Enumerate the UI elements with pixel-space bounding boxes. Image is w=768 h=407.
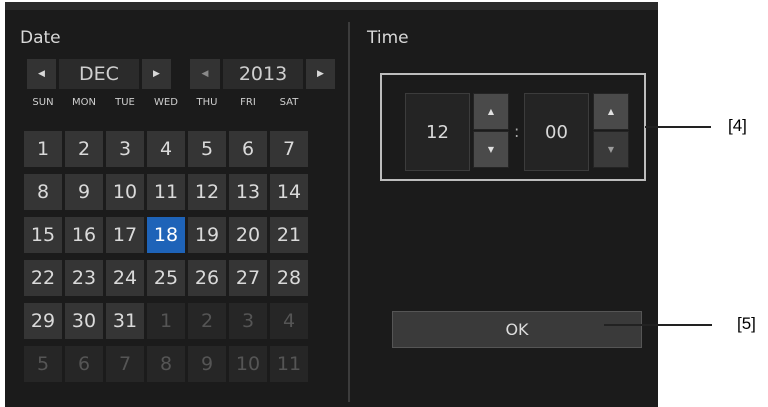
- day-cell[interactable]: 15: [23, 216, 63, 254]
- down-arrow-icon: ▼: [607, 145, 615, 154]
- time-separator: :: [514, 122, 520, 141]
- time-label: Time: [367, 28, 409, 48]
- day-cell[interactable]: 30: [64, 302, 104, 340]
- weekday-header-fri: FRI: [240, 97, 256, 108]
- day-cell[interactable]: 16: [64, 216, 104, 254]
- ok-button[interactable]: OK: [392, 311, 642, 348]
- day-cell[interactable]: 22: [23, 259, 63, 297]
- day-cell[interactable]: 11: [146, 173, 186, 211]
- up-arrow-icon: ▲: [487, 107, 495, 116]
- callout-label-time: [4]: [728, 116, 747, 135]
- day-cell[interactable]: 21: [269, 216, 309, 254]
- day-cell[interactable]: 29: [23, 302, 63, 340]
- right-arrow-icon: ▶: [317, 69, 324, 79]
- day-cell-outside-month[interactable]: 8: [146, 345, 186, 383]
- section-divider: [348, 22, 350, 402]
- day-cell[interactable]: 6: [228, 130, 268, 168]
- hour-field[interactable]: 12: [405, 93, 470, 171]
- weekday-header-sun: SUN: [32, 97, 54, 108]
- day-cell[interactable]: 27: [228, 259, 268, 297]
- date-label: Date: [20, 28, 61, 48]
- day-cell-outside-month[interactable]: 2: [187, 302, 227, 340]
- day-cell-outside-month[interactable]: 1: [146, 302, 186, 340]
- left-arrow-icon: ◀: [201, 69, 209, 79]
- weekday-header-sat: SAT: [279, 97, 299, 108]
- minute-up-button[interactable]: ▲: [593, 93, 629, 130]
- up-arrow-icon: ▲: [607, 107, 615, 116]
- day-cell[interactable]: 1: [23, 130, 63, 168]
- day-cell[interactable]: 7: [269, 130, 309, 168]
- day-cell[interactable]: 28: [269, 259, 309, 297]
- day-cell[interactable]: 9: [64, 173, 104, 211]
- day-cell[interactable]: 10: [105, 173, 145, 211]
- day-cell-outside-month[interactable]: 9: [187, 345, 227, 383]
- day-cell[interactable]: 5: [187, 130, 227, 168]
- day-cell[interactable]: 12: [187, 173, 227, 211]
- day-cell-outside-month[interactable]: 3: [228, 302, 268, 340]
- day-cell[interactable]: 24: [105, 259, 145, 297]
- next-month-button[interactable]: ▶: [141, 58, 172, 90]
- left-arrow-icon: ◀: [38, 69, 45, 79]
- hour-down-button[interactable]: ▼: [473, 131, 509, 168]
- next-year-button[interactable]: ▶: [305, 58, 336, 90]
- minute-down-button[interactable]: ▼: [593, 131, 629, 168]
- day-cell-selected[interactable]: 18: [146, 216, 186, 254]
- month-display: DEC: [58, 58, 140, 90]
- day-cell-outside-month[interactable]: 11: [269, 345, 309, 383]
- day-cell[interactable]: 26: [187, 259, 227, 297]
- day-cell-outside-month[interactable]: 7: [105, 345, 145, 383]
- day-cell[interactable]: 4: [146, 130, 186, 168]
- minute-field[interactable]: 00: [524, 93, 589, 171]
- right-arrow-icon: ▶: [153, 69, 160, 79]
- callout-line-ok: [604, 324, 712, 326]
- callout-line-time: [645, 126, 711, 128]
- weekday-header-thu: THU: [196, 97, 218, 108]
- day-cell[interactable]: 3: [105, 130, 145, 168]
- year-display: 2013: [222, 58, 304, 90]
- title-bar-strip: [5, 2, 658, 10]
- day-cell[interactable]: 8: [23, 173, 63, 211]
- day-cell-outside-month[interactable]: 10: [228, 345, 268, 383]
- day-cell[interactable]: 31: [105, 302, 145, 340]
- day-cell[interactable]: 17: [105, 216, 145, 254]
- weekday-header-wed: WED: [154, 97, 178, 108]
- hour-up-button[interactable]: ▲: [473, 93, 509, 130]
- day-cell[interactable]: 23: [64, 259, 104, 297]
- weekday-header-tue: TUE: [115, 97, 135, 108]
- day-cell[interactable]: 20: [228, 216, 268, 254]
- day-cell[interactable]: 19: [187, 216, 227, 254]
- day-cell-outside-month[interactable]: 4: [269, 302, 309, 340]
- weekday-header-mon: MON: [72, 97, 96, 108]
- day-cell[interactable]: 13: [228, 173, 268, 211]
- callout-label-ok: [5]: [737, 314, 756, 333]
- day-cell-outside-month[interactable]: 5: [23, 345, 63, 383]
- prev-year-button[interactable]: ◀: [189, 58, 221, 90]
- day-cell[interactable]: 25: [146, 259, 186, 297]
- prev-month-button[interactable]: ◀: [26, 58, 57, 90]
- day-cell[interactable]: 2: [64, 130, 104, 168]
- day-cell-outside-month[interactable]: 6: [64, 345, 104, 383]
- day-cell[interactable]: 14: [269, 173, 309, 211]
- down-arrow-icon: ▼: [487, 145, 495, 154]
